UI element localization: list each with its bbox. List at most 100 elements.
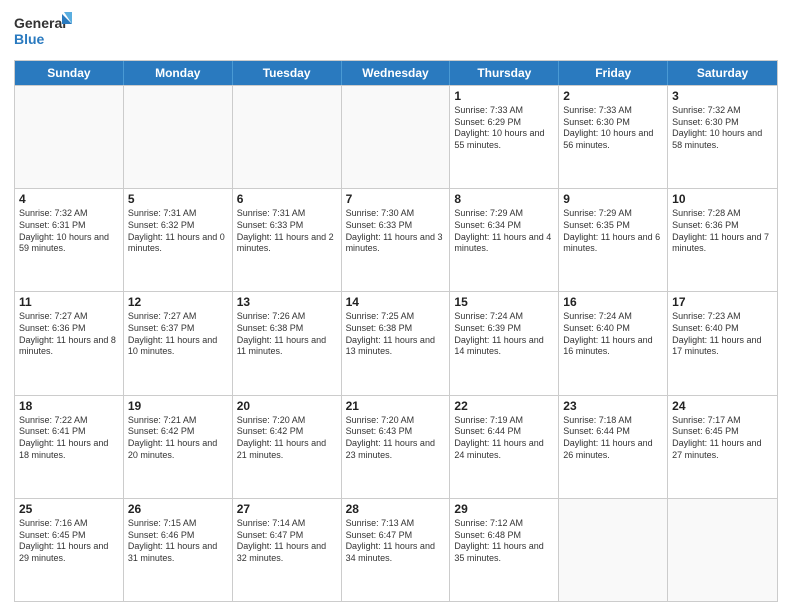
week-row-0: 1 Sunrise: 7:33 AM Sunset: 6:29 PM Daylig… bbox=[15, 85, 777, 188]
day-number: 1 bbox=[454, 89, 554, 103]
cal-cell-13: 13 Sunrise: 7:26 AM Sunset: 6:38 PM Dayli… bbox=[233, 292, 342, 394]
cal-cell-29: 29Sunrise: 7:12 AM Sunset: 6:48 PM Dayli… bbox=[450, 499, 559, 601]
cell-info: Sunrise: 7:32 AM Sunset: 6:30 PM Dayligh… bbox=[672, 105, 773, 152]
cal-cell-9: 9 Sunrise: 7:29 AM Sunset: 6:35 PM Daylig… bbox=[559, 189, 668, 291]
cell-info: Sunrise: 7:16 AM Sunset: 6:45 PM Dayligh… bbox=[19, 518, 119, 565]
logo: GeneralBlue bbox=[14, 10, 74, 54]
cell-info: Sunrise: 7:12 AM Sunset: 6:48 PM Dayligh… bbox=[454, 518, 554, 565]
day-number: 19 bbox=[128, 399, 228, 413]
week-row-3: 18 Sunrise: 7:22 AM Sunset: 6:41 PM Dayli… bbox=[15, 395, 777, 498]
header-day-friday: Friday bbox=[559, 61, 668, 85]
header-day-saturday: Saturday bbox=[668, 61, 777, 85]
cal-cell-empty-0-0 bbox=[15, 86, 124, 188]
cal-cell-17: 17 Sunrise: 7:23 AM Sunset: 6:40 PM Dayli… bbox=[668, 292, 777, 394]
cal-cell-10: 10Sunrise: 7:28 AM Sunset: 6:36 PM Dayli… bbox=[668, 189, 777, 291]
cell-info: Sunrise: 7:31 AM Sunset: 6:33 PM Dayligh… bbox=[237, 208, 337, 255]
cell-info: Sunrise: 7:26 AM Sunset: 6:38 PM Dayligh… bbox=[237, 311, 337, 358]
week-row-2: 11 Sunrise: 7:27 AM Sunset: 6:36 PM Dayli… bbox=[15, 291, 777, 394]
cal-cell-empty-0-2 bbox=[233, 86, 342, 188]
cal-cell-11: 11 Sunrise: 7:27 AM Sunset: 6:36 PM Dayli… bbox=[15, 292, 124, 394]
cal-cell-12: 12Sunrise: 7:27 AM Sunset: 6:37 PM Dayli… bbox=[124, 292, 233, 394]
cell-info: Sunrise: 7:23 AM Sunset: 6:40 PM Dayligh… bbox=[672, 311, 773, 358]
calendar-body: 1 Sunrise: 7:33 AM Sunset: 6:29 PM Daylig… bbox=[15, 85, 777, 601]
cal-cell-28: 28 Sunrise: 7:13 AM Sunset: 6:47 PM Dayli… bbox=[342, 499, 451, 601]
day-number: 11 bbox=[19, 295, 119, 309]
cell-info: Sunrise: 7:31 AM Sunset: 6:32 PM Dayligh… bbox=[128, 208, 228, 255]
cal-cell-2: 2 Sunrise: 7:33 AM Sunset: 6:30 PM Daylig… bbox=[559, 86, 668, 188]
day-number: 26 bbox=[128, 502, 228, 516]
day-number: 13 bbox=[237, 295, 337, 309]
cal-cell-4: 4 Sunrise: 7:32 AM Sunset: 6:31 PM Daylig… bbox=[15, 189, 124, 291]
cell-info: Sunrise: 7:32 AM Sunset: 6:31 PM Dayligh… bbox=[19, 208, 119, 255]
week-row-1: 4 Sunrise: 7:32 AM Sunset: 6:31 PM Daylig… bbox=[15, 188, 777, 291]
cell-info: Sunrise: 7:30 AM Sunset: 6:33 PM Dayligh… bbox=[346, 208, 446, 255]
cell-info: Sunrise: 7:14 AM Sunset: 6:47 PM Dayligh… bbox=[237, 518, 337, 565]
day-number: 2 bbox=[563, 89, 663, 103]
day-number: 27 bbox=[237, 502, 337, 516]
header-day-tuesday: Tuesday bbox=[233, 61, 342, 85]
day-number: 6 bbox=[237, 192, 337, 206]
calendar: SundayMondayTuesdayWednesdayThursdayFrid… bbox=[14, 60, 778, 602]
cell-info: Sunrise: 7:24 AM Sunset: 6:40 PM Dayligh… bbox=[563, 311, 663, 358]
day-number: 21 bbox=[346, 399, 446, 413]
page: GeneralBlue SundayMondayTuesdayWednesday… bbox=[0, 0, 792, 612]
cell-info: Sunrise: 7:19 AM Sunset: 6:44 PM Dayligh… bbox=[454, 415, 554, 462]
cell-info: Sunrise: 7:21 AM Sunset: 6:42 PM Dayligh… bbox=[128, 415, 228, 462]
day-number: 18 bbox=[19, 399, 119, 413]
cal-cell-empty-0-3 bbox=[342, 86, 451, 188]
day-number: 15 bbox=[454, 295, 554, 309]
cal-cell-22: 22 Sunrise: 7:19 AM Sunset: 6:44 PM Dayli… bbox=[450, 396, 559, 498]
header-day-wednesday: Wednesday bbox=[342, 61, 451, 85]
day-number: 24 bbox=[672, 399, 773, 413]
cal-cell-empty-0-1 bbox=[124, 86, 233, 188]
cell-info: Sunrise: 7:29 AM Sunset: 6:35 PM Dayligh… bbox=[563, 208, 663, 255]
day-number: 22 bbox=[454, 399, 554, 413]
cell-info: Sunrise: 7:25 AM Sunset: 6:38 PM Dayligh… bbox=[346, 311, 446, 358]
cal-cell-20: 20 Sunrise: 7:20 AM Sunset: 6:42 PM Dayli… bbox=[233, 396, 342, 498]
cal-cell-8: 8Sunrise: 7:29 AM Sunset: 6:34 PM Daylig… bbox=[450, 189, 559, 291]
cal-cell-19: 19 Sunrise: 7:21 AM Sunset: 6:42 PM Dayli… bbox=[124, 396, 233, 498]
day-number: 10 bbox=[672, 192, 773, 206]
calendar-header: SundayMondayTuesdayWednesdayThursdayFrid… bbox=[15, 61, 777, 85]
day-number: 16 bbox=[563, 295, 663, 309]
day-number: 25 bbox=[19, 502, 119, 516]
cal-cell-25: 25 Sunrise: 7:16 AM Sunset: 6:45 PM Dayli… bbox=[15, 499, 124, 601]
header-day-monday: Monday bbox=[124, 61, 233, 85]
cell-info: Sunrise: 7:13 AM Sunset: 6:47 PM Dayligh… bbox=[346, 518, 446, 565]
svg-text:General: General bbox=[14, 15, 66, 31]
day-number: 17 bbox=[672, 295, 773, 309]
day-number: 8 bbox=[454, 192, 554, 206]
cal-cell-27: 27 Sunrise: 7:14 AM Sunset: 6:47 PM Dayli… bbox=[233, 499, 342, 601]
cell-info: Sunrise: 7:20 AM Sunset: 6:42 PM Dayligh… bbox=[237, 415, 337, 462]
cell-info: Sunrise: 7:33 AM Sunset: 6:30 PM Dayligh… bbox=[563, 105, 663, 152]
cal-cell-24: 24Sunrise: 7:17 AM Sunset: 6:45 PM Dayli… bbox=[668, 396, 777, 498]
cell-info: Sunrise: 7:33 AM Sunset: 6:29 PM Dayligh… bbox=[454, 105, 554, 152]
week-row-4: 25 Sunrise: 7:16 AM Sunset: 6:45 PM Dayli… bbox=[15, 498, 777, 601]
cell-info: Sunrise: 7:27 AM Sunset: 6:36 PM Dayligh… bbox=[19, 311, 119, 358]
cal-cell-5: 5Sunrise: 7:31 AM Sunset: 6:32 PM Daylig… bbox=[124, 189, 233, 291]
cal-cell-26: 26Sunrise: 7:15 AM Sunset: 6:46 PM Dayli… bbox=[124, 499, 233, 601]
day-number: 12 bbox=[128, 295, 228, 309]
cal-cell-1: 1 Sunrise: 7:33 AM Sunset: 6:29 PM Daylig… bbox=[450, 86, 559, 188]
cal-cell-18: 18 Sunrise: 7:22 AM Sunset: 6:41 PM Dayli… bbox=[15, 396, 124, 498]
cal-cell-3: 3 Sunrise: 7:32 AM Sunset: 6:30 PM Daylig… bbox=[668, 86, 777, 188]
day-number: 3 bbox=[672, 89, 773, 103]
day-number: 20 bbox=[237, 399, 337, 413]
day-number: 9 bbox=[563, 192, 663, 206]
cal-cell-23: 23Sunrise: 7:18 AM Sunset: 6:44 PM Dayli… bbox=[559, 396, 668, 498]
svg-text:Blue: Blue bbox=[14, 31, 45, 47]
cal-cell-empty-4-5 bbox=[559, 499, 668, 601]
day-number: 4 bbox=[19, 192, 119, 206]
cal-cell-7: 7Sunrise: 7:30 AM Sunset: 6:33 PM Daylig… bbox=[342, 189, 451, 291]
cal-cell-21: 21Sunrise: 7:20 AM Sunset: 6:43 PM Dayli… bbox=[342, 396, 451, 498]
cal-cell-16: 16 Sunrise: 7:24 AM Sunset: 6:40 PM Dayli… bbox=[559, 292, 668, 394]
cell-info: Sunrise: 7:18 AM Sunset: 6:44 PM Dayligh… bbox=[563, 415, 663, 462]
day-number: 14 bbox=[346, 295, 446, 309]
cal-cell-15: 15Sunrise: 7:24 AM Sunset: 6:39 PM Dayli… bbox=[450, 292, 559, 394]
logo-svg: GeneralBlue bbox=[14, 10, 74, 54]
cal-cell-14: 14 Sunrise: 7:25 AM Sunset: 6:38 PM Dayli… bbox=[342, 292, 451, 394]
header-day-sunday: Sunday bbox=[15, 61, 124, 85]
day-number: 28 bbox=[346, 502, 446, 516]
header-day-thursday: Thursday bbox=[450, 61, 559, 85]
cell-info: Sunrise: 7:22 AM Sunset: 6:41 PM Dayligh… bbox=[19, 415, 119, 462]
